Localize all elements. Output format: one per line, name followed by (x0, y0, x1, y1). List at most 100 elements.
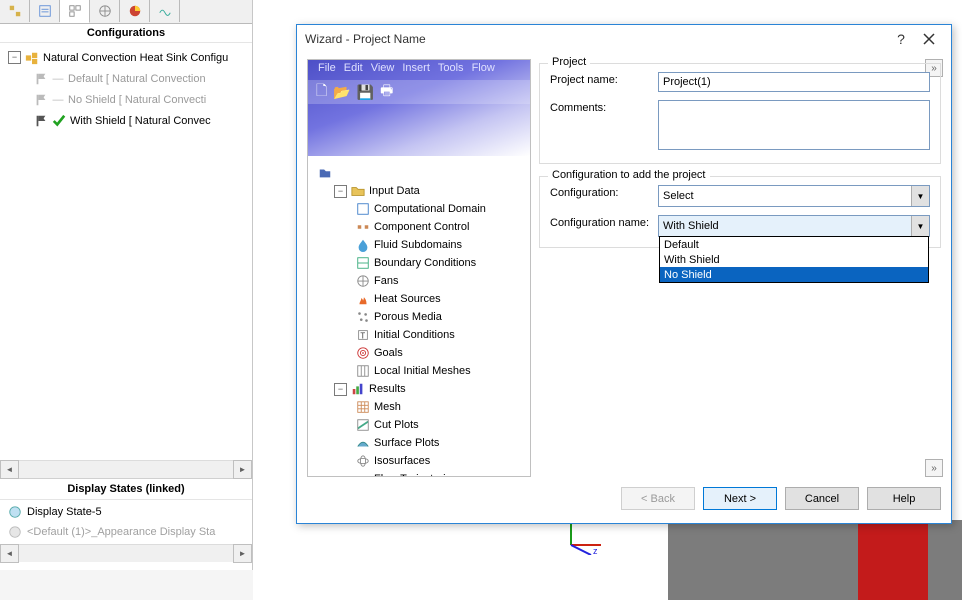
model-preview (668, 520, 962, 600)
tab-property[interactable] (30, 0, 60, 22)
banner-menu-item: File (318, 62, 336, 80)
tab-configuration[interactable] (60, 0, 90, 23)
tree-item[interactable]: Component Control (312, 218, 526, 236)
banner-menu-item: View (371, 62, 395, 80)
feature-manager-panel: Configurations − Natural Convection Heat… (0, 0, 253, 570)
tree-item[interactable]: Surface Plots (312, 434, 526, 452)
display-state-label: <Default (1)>_Appearance Display Sta (27, 526, 215, 538)
tree-item[interactable]: Local Initial Meshes (312, 362, 526, 380)
configuration-value: Select (663, 190, 694, 202)
horizontal-scrollbar[interactable]: ◄ ► (0, 460, 252, 478)
dropdown-option[interactable]: With Shield (660, 252, 928, 267)
collapse-icon[interactable]: − (334, 383, 347, 396)
wizard-dialog: Wizard - Project Name ? File Edit View I… (296, 24, 952, 524)
tree-item[interactable]: Fans (312, 272, 526, 290)
tree-item[interactable]: Porous Media (312, 308, 526, 326)
chevron-down-icon: ▼ (911, 186, 929, 206)
tree-input-data[interactable]: − Input Data (312, 182, 526, 200)
dialog-titlebar[interactable]: Wizard - Project Name ? (297, 25, 951, 53)
tab-display[interactable] (120, 0, 150, 22)
collapse-icon[interactable]: − (334, 185, 347, 198)
wizard-navigator: File Edit View Insert Tools Flow 🗋 📂 💾 🖶 (307, 59, 531, 477)
expand-bottom-button[interactable]: » (925, 459, 943, 477)
back-button: < Back (621, 487, 695, 510)
scroll-left-icon[interactable]: ◄ (0, 460, 19, 479)
tree-label: Surface Plots (374, 437, 439, 449)
tab-dimxpert[interactable] (90, 0, 120, 22)
display-states-heading: Display States (linked) (0, 478, 252, 500)
tab-assembly[interactable] (0, 0, 30, 22)
tree-results[interactable]: − Results (312, 380, 526, 398)
configuration-name-select[interactable]: With Shield ▼ Default With Shield No Shi… (658, 215, 930, 237)
tree-item[interactable]: Heat Sources (312, 290, 526, 308)
sphere-icon (8, 525, 22, 539)
banner-menu-item: Flow (472, 62, 495, 80)
config-item-default[interactable]: — Default [ Natural Convection (8, 68, 252, 89)
tree-item[interactable]: Cut Plots (312, 416, 526, 434)
tree-item[interactable]: Isosurfaces (312, 452, 526, 470)
tree-item[interactable]: Goals (312, 344, 526, 362)
heat-icon (356, 292, 370, 306)
config-item-no-shield[interactable]: — No Shield [ Natural Convecti (8, 89, 252, 110)
tree-root[interactable] (312, 164, 526, 182)
project-name-input[interactable] (658, 72, 930, 92)
wizard-banner: File Edit View Insert Tools Flow 🗋 📂 💾 🖶 (308, 60, 530, 156)
initial-icon: T (356, 328, 370, 342)
config-item-label: With Shield [ Natural Convec (70, 115, 211, 127)
print-icon: 🖶 (380, 80, 393, 104)
mesh-icon (356, 400, 370, 414)
tree-label: Porous Media (374, 311, 442, 323)
tree-item[interactable]: Mesh (312, 398, 526, 416)
iso-icon (356, 454, 370, 468)
tree-label: Local Initial Meshes (374, 365, 471, 377)
horizontal-scrollbar[interactable]: ◄ ► (0, 544, 252, 562)
flag-icon (34, 114, 48, 128)
config-item-with-shield[interactable]: With Shield [ Natural Convec (8, 110, 252, 131)
tree-label: Fluid Subdomains (374, 239, 462, 251)
tree-label: Results (369, 383, 406, 395)
banner-menu-item: Insert (402, 62, 430, 80)
tree-item[interactable]: Computational Domain (312, 200, 526, 218)
dropdown-option[interactable]: No Shield (660, 267, 928, 282)
save-icon: 💾 (357, 84, 374, 101)
comments-input[interactable] (658, 100, 930, 150)
configuration-select[interactable]: Select ▼ (658, 185, 930, 207)
close-icon (923, 33, 935, 45)
help-button[interactable]: ? (887, 28, 915, 50)
cancel-button[interactable]: Cancel (785, 487, 859, 510)
configuration-name-dropdown: Default With Shield No Shield (659, 236, 929, 283)
scroll-right-icon[interactable]: ► (233, 544, 252, 563)
tree-label: Heat Sources (374, 293, 441, 305)
tree-item[interactable]: Fluid Subdomains (312, 236, 526, 254)
tree-item[interactable]: TInitial Conditions (312, 326, 526, 344)
display-state-item[interactable]: <Default (1)>_Appearance Display Sta (8, 522, 252, 542)
config-root[interactable]: − Natural Convection Heat Sink Configu (8, 47, 252, 68)
help-button[interactable]: Help (867, 487, 941, 510)
tree-label: Goals (374, 347, 403, 359)
scroll-left-icon[interactable]: ◄ (0, 544, 19, 563)
tree-label: Computational Domain (374, 203, 486, 215)
dropdown-option[interactable]: Default (660, 237, 928, 252)
folder-icon (351, 184, 365, 198)
tab-flow[interactable] (150, 0, 180, 22)
next-button[interactable]: Next > (703, 487, 777, 510)
configuration-name-value: With Shield (663, 220, 719, 232)
sphere-icon (8, 505, 22, 519)
project-group: Project Project name: Comments: (539, 63, 941, 164)
display-state-item[interactable]: Display State-5 (8, 502, 252, 522)
scroll-right-icon[interactable]: ► (233, 460, 252, 479)
config-root-label: Natural Convection Heat Sink Configu (43, 52, 228, 64)
tree-item[interactable]: Boundary Conditions (312, 254, 526, 272)
panel-tabs (0, 0, 252, 24)
collapse-icon[interactable]: − (8, 51, 21, 64)
configuration-group: Configuration to add the project Configu… (539, 176, 941, 248)
display-states-list: Display State-5 <Default (1)>_Appearance… (0, 500, 252, 544)
tree-item[interactable]: Flow Trajectories (312, 470, 526, 476)
close-button[interactable] (915, 28, 943, 50)
group-legend: Project (548, 56, 590, 68)
tree-label: Boundary Conditions (374, 257, 476, 269)
configuration-name-label: Configuration name: (550, 215, 658, 229)
wizard-tree: − Input Data Computational Domain Compon… (308, 158, 530, 476)
banner-toolbar: 🗋 📂 💾 🖶 (308, 80, 530, 104)
porous-icon (356, 310, 370, 324)
